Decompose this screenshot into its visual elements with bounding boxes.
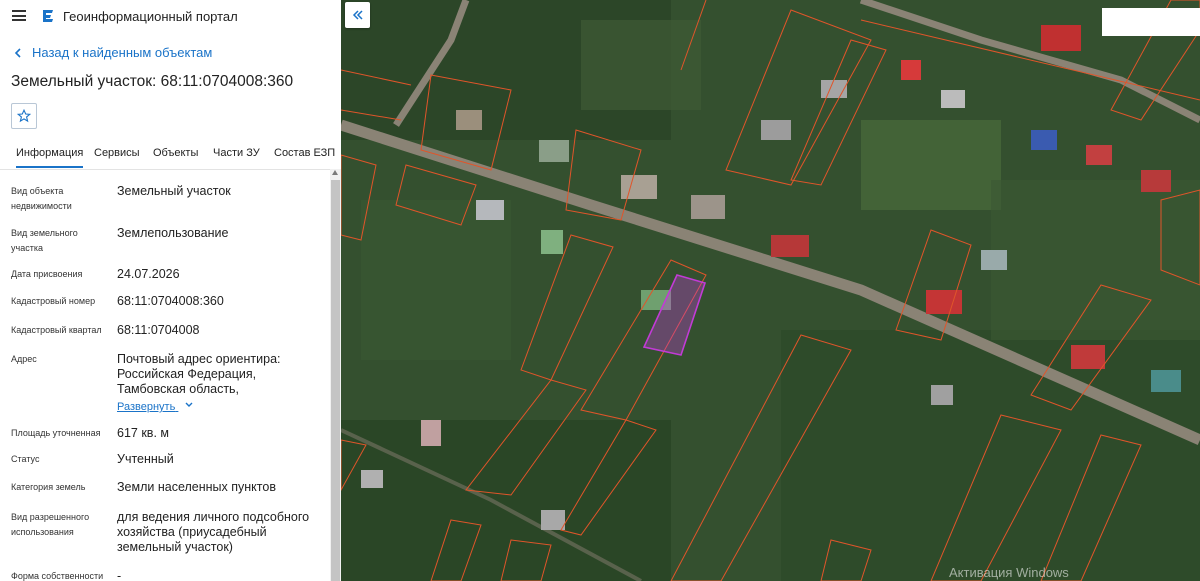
- info-value: 68:11:0704008: [117, 323, 200, 337]
- satellite-map[interactable]: [341, 0, 1200, 581]
- info-label: Площадь уточненная: [11, 428, 101, 438]
- tab-information[interactable]: Информация: [16, 147, 84, 168]
- info-value: Учтенный: [117, 452, 174, 466]
- info-value: Земельный участок: [117, 184, 231, 198]
- info-label: Кадастровый номер: [11, 296, 96, 306]
- app-title: Геоинформационный портал: [63, 9, 238, 24]
- info-value: 68:11:0704008:360: [117, 294, 224, 308]
- map-search-box[interactable]: [1102, 8, 1200, 36]
- map-canvas[interactable]: [341, 0, 1200, 581]
- back-to-results-link[interactable]: Назад к найденным объектам: [12, 45, 212, 60]
- info-label: Категория земель: [11, 482, 86, 492]
- tab-services[interactable]: Сервисы: [94, 147, 140, 159]
- info-value: 617 кв. м: [117, 426, 169, 440]
- info-label: Форма собственности: [11, 571, 104, 581]
- info-value: -: [117, 569, 122, 581]
- info-value: Земли населенных пунктов: [117, 480, 276, 494]
- info-value: для ведения личного подсобного хозяйства…: [117, 510, 310, 554]
- info-label: Кадастровый квартал: [11, 325, 102, 335]
- field-area: [361, 200, 511, 360]
- portal-logo-icon: [43, 10, 53, 22]
- scrollbar-thumb[interactable]: [331, 180, 340, 581]
- scroll-up-arrow-icon[interactable]: [332, 170, 338, 175]
- expand-label: Развернуть: [117, 401, 176, 413]
- info-label: Вид земельного участка: [11, 228, 78, 253]
- page-title: Земельный участок: 68:11:0704008:360: [11, 73, 294, 90]
- expand-address-link[interactable]: Развернуть: [117, 400, 194, 413]
- favorite-button[interactable]: [11, 103, 37, 129]
- field-area: [861, 120, 1001, 210]
- top-bar: Геоинформационный портал: [0, 0, 341, 33]
- field-area: [341, 420, 671, 581]
- tab-bar: Информация Сервисы Объекты Части ЗУ Сост…: [0, 141, 341, 170]
- tab-objects[interactable]: Объекты: [153, 147, 198, 159]
- collapse-panel-button[interactable]: [345, 2, 370, 28]
- chevron-down-icon: [185, 402, 193, 407]
- hamburger-menu-icon[interactable]: [12, 10, 26, 21]
- info-label: Дата присвоения: [11, 269, 83, 279]
- field-area: [991, 180, 1200, 340]
- info-label: Вид разрешенного использования: [11, 512, 90, 537]
- tab-parcel-parts[interactable]: Части ЗУ: [213, 147, 260, 159]
- info-list: Вид объекта недвижимости Земельный участ…: [0, 169, 330, 581]
- info-label: Статус: [11, 454, 40, 464]
- tab-ezp-composition[interactable]: Состав ЕЗП: [274, 147, 335, 159]
- windows-activation-watermark: Активация Windows: [949, 565, 1069, 580]
- info-value: Землепользование: [117, 226, 229, 240]
- info-panel: Геоинформационный портал Назад к найденн…: [0, 0, 342, 581]
- back-link-label: Назад к найденным объектам: [32, 45, 213, 60]
- info-value: 24.07.2026: [117, 267, 180, 281]
- double-chevron-left-icon: [352, 10, 363, 20]
- info-value: Почтовый адрес ориентира: Российская Фед…: [117, 352, 281, 396]
- star-icon: [17, 109, 31, 123]
- chevron-left-icon: [14, 47, 21, 58]
- info-label: Вид объекта недвижимости: [11, 186, 72, 211]
- info-label: Адрес: [11, 354, 37, 364]
